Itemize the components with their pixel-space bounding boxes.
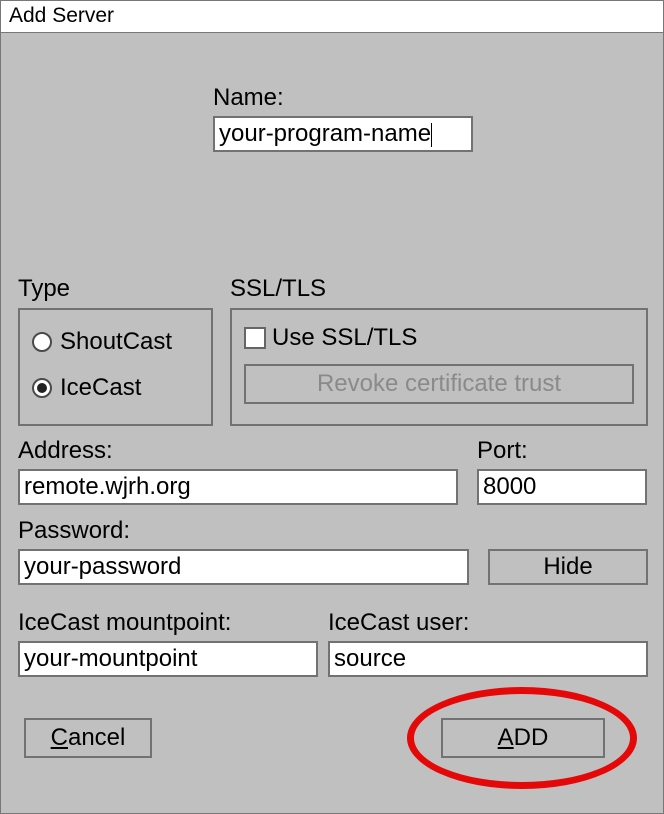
ssl-group: Use SSL/TLS Revoke certificate trust xyxy=(230,308,648,426)
revoke-cert-button[interactable]: Revoke certificate trust xyxy=(244,364,634,404)
mountpoint-input[interactable] xyxy=(18,641,318,677)
add-button-label: ADD xyxy=(498,724,549,752)
add-button[interactable]: ADD xyxy=(441,718,605,758)
type-group: ShoutCast IceCast xyxy=(18,308,213,426)
use-ssl-label: Use SSL/TLS xyxy=(272,324,417,352)
hide-password-button[interactable]: Hide xyxy=(488,549,648,585)
radio-icecast-label: IceCast xyxy=(60,374,141,402)
address-input[interactable] xyxy=(18,469,458,505)
window-title: Add Server xyxy=(1,1,663,33)
port-label: Port: xyxy=(477,437,528,465)
name-input[interactable]: your-program-name xyxy=(213,116,473,152)
client-area: Name: your-program-name Type ShoutCast I… xyxy=(1,33,663,813)
icecast-user-label: IceCast user: xyxy=(328,609,469,637)
radio-shoutcast-label: ShoutCast xyxy=(60,328,172,356)
radio-icecast[interactable]: IceCast xyxy=(32,374,199,402)
checkbox-icon xyxy=(244,327,266,349)
cancel-button[interactable]: Cancel xyxy=(24,718,152,758)
hide-password-label: Hide xyxy=(543,553,592,581)
name-input-text: your-program-name xyxy=(219,120,431,147)
radio-shoutcast[interactable]: ShoutCast xyxy=(32,328,199,356)
password-label: Password: xyxy=(18,517,130,545)
radio-icon xyxy=(32,378,52,398)
mountpoint-label: IceCast mountpoint: xyxy=(18,609,231,637)
revoke-cert-label: Revoke certificate trust xyxy=(317,370,561,398)
text-cursor-icon xyxy=(431,123,432,147)
use-ssl-checkbox[interactable]: Use SSL/TLS xyxy=(244,324,634,352)
password-input[interactable] xyxy=(18,549,469,585)
name-label: Name: xyxy=(213,84,284,112)
add-server-dialog: Add Server Name: your-program-name Type … xyxy=(0,0,664,814)
port-input[interactable] xyxy=(477,469,647,505)
icecast-user-input[interactable] xyxy=(328,641,648,677)
ssl-group-label: SSL/TLS xyxy=(230,275,326,303)
address-label: Address: xyxy=(18,437,113,465)
radio-icon xyxy=(32,332,52,352)
type-group-label: Type xyxy=(18,275,70,303)
cancel-button-label: Cancel xyxy=(51,724,126,752)
